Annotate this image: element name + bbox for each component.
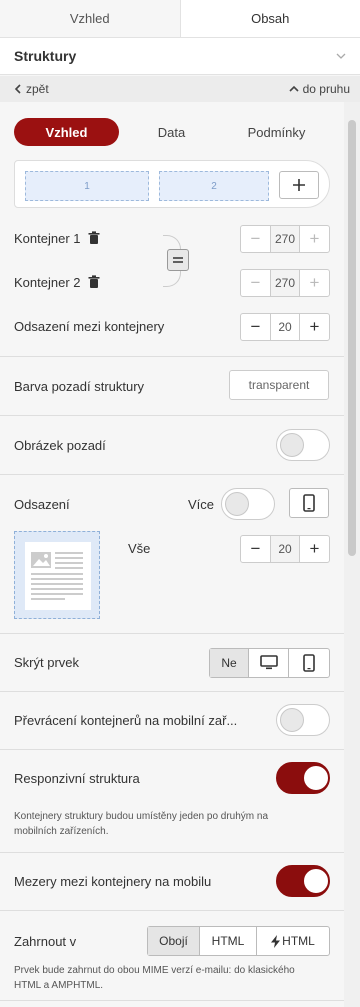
link-containers-button[interactable] <box>167 249 189 271</box>
bgimage-toggle[interactable] <box>276 429 330 461</box>
include-html-button[interactable]: HTML <box>200 927 257 955</box>
toggle-knob <box>304 869 328 893</box>
to-stripe-button[interactable]: do pruhu <box>289 82 350 96</box>
back-button[interactable]: zpět <box>14 82 49 96</box>
plus-icon <box>293 179 305 191</box>
gap-value[interactable]: 20 <box>270 314 300 340</box>
back-label: zpět <box>26 82 49 96</box>
divider <box>0 852 344 853</box>
gap-stepper: − 20 + <box>240 313 330 341</box>
toggle-knob <box>304 766 328 790</box>
hide-desktop-button[interactable] <box>249 649 289 677</box>
responsive-note: Kontejnery struktury budou umístěny jede… <box>14 811 269 837</box>
container-2-width-stepper: − 270 + <box>240 269 330 297</box>
divider <box>0 474 344 475</box>
toggle-knob <box>280 433 304 457</box>
mobile-phone-icon <box>303 654 315 672</box>
include-amphtml-label: HTML <box>282 934 315 948</box>
scrollbar-thumb[interactable] <box>348 120 356 556</box>
mobile-padding-button[interactable] <box>289 488 329 518</box>
divider <box>0 633 344 634</box>
reverse-containers-toggle[interactable] <box>276 704 330 736</box>
section-header[interactable]: Struktury <box>0 38 360 75</box>
hide-mobile-button[interactable] <box>289 649 329 677</box>
padding-all-label: Vše <box>128 541 151 556</box>
chevron-down-icon[interactable] <box>336 51 346 61</box>
column-1[interactable]: 1 <box>25 171 149 201</box>
include-note: Prvek bude zahrnut do obou MIME verzí e-… <box>14 965 295 991</box>
responsive-toggle[interactable] <box>276 762 330 794</box>
view-switcher: Vzhled Data Podmínky <box>14 117 330 147</box>
decrease-button[interactable]: − <box>241 536 270 562</box>
mobile-phone-icon <box>303 494 315 512</box>
tab-view-vzhled[interactable]: Vzhled <box>14 118 119 146</box>
padding-preview-content <box>25 542 91 610</box>
panel-tabs: Vzhled Obsah <box>0 0 360 38</box>
increase-button[interactable]: + <box>300 314 329 340</box>
container-1-width-stepper: − 270 + <box>240 225 330 253</box>
section-title: Struktury <box>14 48 77 64</box>
padding-more-label: Více <box>188 497 215 512</box>
hide-none-button[interactable]: Ne <box>210 649 249 677</box>
navigation-bar: zpět do pruhu <box>0 76 360 102</box>
equals-icon <box>173 257 183 263</box>
toggle-knob <box>280 708 304 732</box>
hide-element-group: Ne <box>209 648 330 678</box>
to-stripe-label: do pruhu <box>302 82 350 96</box>
tab-view-data[interactable]: Data <box>119 118 224 146</box>
tab-view-conditions[interactable]: Podmínky <box>224 118 329 146</box>
mobile-gap-toggle[interactable] <box>276 865 330 897</box>
divider <box>0 691 344 692</box>
padding-label: Odsazení <box>14 497 70 512</box>
increase-button[interactable]: + <box>300 226 329 252</box>
container-1-label: Kontejner 1 <box>14 231 81 246</box>
trash-icon[interactable] <box>88 231 100 245</box>
container-2-label: Kontejner 2 <box>14 275 81 290</box>
padding-preview <box>14 531 100 619</box>
include-amphtml-button[interactable]: HTML <box>257 927 329 955</box>
add-column-button[interactable] <box>279 171 319 199</box>
divider <box>0 749 344 750</box>
include-in-group: Obojí HTML HTML <box>147 926 330 956</box>
container-1-width-value[interactable]: 270 <box>270 226 300 252</box>
bgcolor-label: Barva pozadí struktury <box>14 379 145 394</box>
responsive-label: Responzivní struktura <box>14 771 140 786</box>
padding-all-stepper: − 20 + <box>240 535 330 563</box>
trash-icon[interactable] <box>88 275 100 289</box>
padding-all-value[interactable]: 20 <box>270 536 300 562</box>
column-2[interactable]: 2 <box>159 171 269 201</box>
divider <box>0 356 344 357</box>
increase-button[interactable]: + <box>300 270 329 296</box>
increase-button[interactable]: + <box>300 536 329 562</box>
include-label: Zahrnout v <box>14 934 77 949</box>
toggle-knob <box>225 492 249 516</box>
chevron-left-icon <box>14 84 21 94</box>
tab-vzhled[interactable]: Vzhled <box>0 0 180 37</box>
hide-label: Skrýt prvek <box>14 655 80 670</box>
columns-layout: 1 2 <box>14 160 330 208</box>
bgcolor-input[interactable]: transparent <box>229 370 329 400</box>
mobile-gap-label: Mezery mezi kontejnery na mobilu <box>14 874 212 889</box>
divider <box>0 415 344 416</box>
decrease-button[interactable]: − <box>241 314 270 340</box>
image-placeholder-icon <box>31 552 83 600</box>
decrease-button[interactable]: − <box>241 270 270 296</box>
decrease-button[interactable]: − <box>241 226 270 252</box>
reverse-label: Převrácení kontejnerů na mobilní zař... <box>14 713 238 728</box>
desktop-monitor-icon <box>259 655 278 670</box>
lightning-bolt-icon <box>271 934 281 948</box>
bgimage-label: Obrázek pozadí <box>14 438 106 453</box>
chevron-up-icon <box>289 85 299 92</box>
divider <box>0 1000 344 1001</box>
container-2-width-value[interactable]: 270 <box>270 270 300 296</box>
padding-more-toggle[interactable] <box>221 488 275 520</box>
bgcolor-value: transparent <box>248 378 310 392</box>
container-1-row: Kontejner 1 <box>14 231 100 246</box>
divider <box>0 910 344 911</box>
gap-label: Odsazení mezi kontejnery <box>14 319 165 334</box>
include-both-button[interactable]: Obojí <box>148 927 200 955</box>
tab-obsah[interactable]: Obsah <box>179 0 360 37</box>
container-2-row: Kontejner 2 <box>14 275 100 290</box>
